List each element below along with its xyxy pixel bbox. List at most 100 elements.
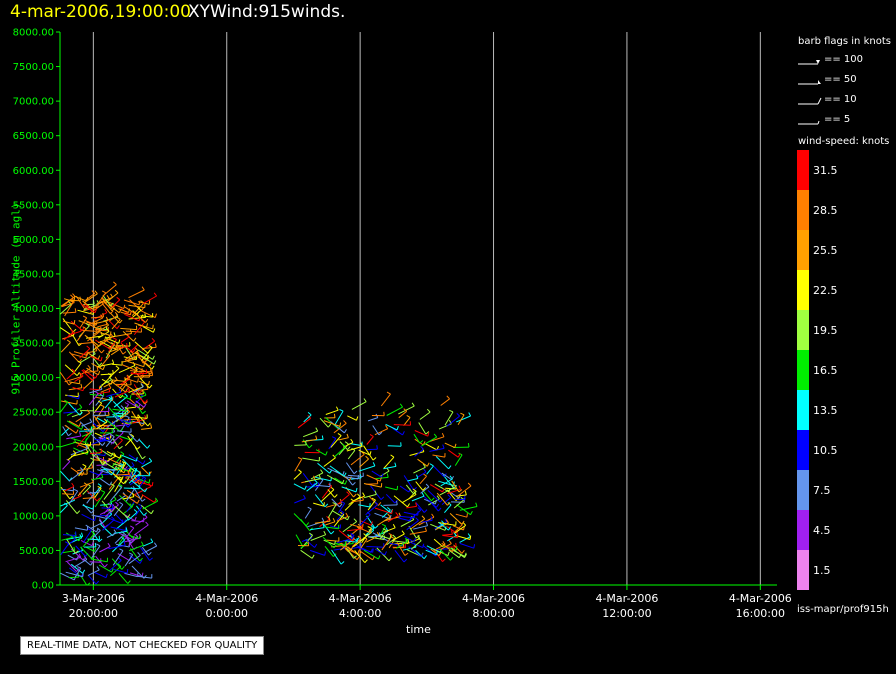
- wind-barb-flag: [74, 308, 77, 313]
- wind-barb-flag: [114, 376, 118, 381]
- wind-barb-flag: [119, 319, 123, 324]
- wind-barb: [440, 398, 450, 406]
- wind-barb: [330, 435, 342, 448]
- wind-barb: [415, 481, 424, 491]
- wind-barb-flag: [133, 337, 137, 342]
- y-tick-label: 2000.00: [13, 442, 54, 453]
- wind-barb: [444, 504, 452, 514]
- wind-barb: [455, 513, 468, 518]
- legend-panel: barb flags in knots == 100 == 50 == 10 =…: [793, 28, 896, 624]
- wind-barb: [302, 457, 320, 462]
- barb-10-label: == 10: [824, 94, 857, 105]
- wind-barb-flag: [142, 410, 146, 415]
- wind-barb-flag: [102, 365, 105, 370]
- wind-barb-flag: [314, 479, 318, 484]
- wind-barb: [380, 393, 391, 407]
- wind-barb-flag: [390, 454, 395, 458]
- wind-barb: [309, 549, 325, 556]
- colorbar-swatch: [797, 390, 809, 430]
- wind-barb-flag: [149, 384, 153, 389]
- wind-barb-flag: [142, 389, 144, 394]
- wind-barb-flag: [119, 501, 124, 505]
- wind-barb: [333, 547, 345, 551]
- wind-barb-flag: [337, 432, 342, 437]
- wind-barb: [62, 493, 74, 495]
- wind-barb-flag: [137, 378, 139, 383]
- wind-barb: [101, 507, 113, 510]
- wind-barb-flag: [79, 404, 83, 408]
- barb-100: == 100: [798, 53, 896, 67]
- wind-barb-flag: [327, 423, 332, 428]
- colorbar-label: 7.5: [813, 484, 831, 497]
- wind-barb: [74, 527, 88, 531]
- wind-barb-flag: [81, 532, 84, 537]
- wind-barb: [83, 379, 94, 389]
- wind-barb: [294, 444, 307, 446]
- wind-barb-flag: [385, 425, 389, 429]
- wind-barb-flag: [66, 339, 71, 343]
- x-tick-date: 4-Mar-2006: [729, 592, 792, 605]
- wind-barb-flag: [386, 473, 389, 478]
- wind-barb-flag: [107, 407, 110, 412]
- wind-barb-flag: [407, 503, 411, 508]
- wind-barb: [78, 342, 93, 345]
- wind-barb-flag: [126, 569, 129, 574]
- wind-barb-flag: [76, 510, 81, 514]
- wind-barb: [123, 299, 140, 306]
- wind-barb: [417, 458, 428, 467]
- wind-barb-flag: [128, 552, 133, 556]
- wind-barb-flag: [394, 462, 397, 467]
- wind-barb-flag: [146, 444, 151, 449]
- wind-barb: [359, 458, 369, 468]
- wind-barb: [103, 498, 117, 507]
- wind-barb-flag: [321, 435, 324, 440]
- wind-barb-flag: [344, 480, 348, 485]
- y-axis-label: 915 Profiler Altitude (m agl): [9, 202, 23, 395]
- wind-barb-flag: [426, 408, 431, 413]
- wind-barb: [322, 536, 335, 549]
- colorbar-swatch: [797, 470, 809, 510]
- wind-barb-flag: [429, 463, 434, 467]
- wind-barb-flag: [356, 416, 359, 421]
- wind-barb: [297, 417, 311, 429]
- wind-barb-flag: [150, 538, 154, 543]
- wind-barb-flag: [436, 495, 440, 500]
- wind-barb: [367, 499, 376, 511]
- wind-barb: [429, 447, 445, 452]
- x-tick-date: 3-Mar-2006: [62, 592, 125, 605]
- wind-barb-flag: [80, 383, 83, 388]
- wind-barb-flag: [396, 485, 399, 490]
- colorbar-label: 28.5: [813, 204, 838, 217]
- wind-barb-flag: [395, 512, 399, 516]
- wind-barb-flag: [130, 420, 133, 425]
- wind-barb-flag: [145, 369, 148, 374]
- wind-barb: [80, 575, 88, 586]
- wind-barb-flag: [376, 479, 379, 484]
- wind-barb-flag: [143, 403, 147, 408]
- wind-barb-flag: [152, 355, 155, 360]
- wind-barb: [333, 410, 344, 426]
- wind-barb-flag: [352, 482, 356, 486]
- wind-barb-flag: [97, 355, 101, 360]
- wind-barb: [93, 415, 103, 429]
- wind-barb-flag: [152, 328, 156, 333]
- wind-barb: [128, 289, 145, 299]
- wind-barb: [293, 471, 302, 480]
- wind-barb-flag: [425, 483, 430, 488]
- wind-barb-flag: [130, 310, 132, 315]
- wind-barb: [96, 464, 108, 466]
- wind-barb-flag: [422, 543, 425, 548]
- wind-barb-flag: [381, 523, 386, 527]
- wind-barb-flag: [127, 580, 131, 584]
- wind-barb-flag: [458, 485, 462, 490]
- colorbar-label: 13.5: [813, 404, 838, 417]
- wind-barb: [358, 465, 376, 472]
- wind-barb-flag: [96, 528, 99, 533]
- wind-barb: [127, 360, 144, 368]
- wind-barb-flag: [110, 310, 114, 315]
- wind-barb-flag: [421, 515, 426, 520]
- wind-barb: [419, 411, 431, 420]
- y-tick-label: 7000.00: [13, 97, 54, 108]
- wind-barb-flag: [96, 543, 101, 547]
- wind-barb-flag: [117, 557, 122, 561]
